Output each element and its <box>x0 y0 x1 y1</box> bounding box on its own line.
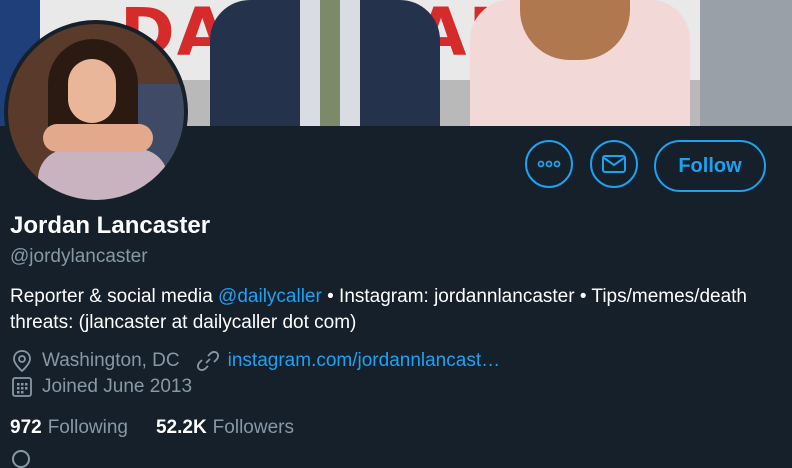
profile-name: Jordan Lancaster <box>10 212 211 239</box>
profile-meta-row: Washington, DC instagram.com/jordannlanc… <box>10 349 500 373</box>
avatar-face <box>68 59 116 123</box>
more-options-button[interactable] <box>525 140 573 188</box>
following-count: 972 <box>10 417 42 438</box>
location-icon <box>10 349 34 373</box>
profile-website-link[interactable]: instagram.com/jordannlancast… <box>228 350 500 372</box>
followers-stat[interactable]: 52.2K Followers <box>156 417 322 439</box>
banner-tie <box>320 0 340 126</box>
message-button[interactable] <box>590 140 638 188</box>
followers-label: Followers <box>212 417 294 438</box>
bio-mention-link[interactable]: @dailycaller <box>218 286 322 307</box>
profile-meta-row: Joined June 2013 <box>10 375 192 399</box>
avatar-arms <box>43 124 153 152</box>
link-icon <box>196 349 220 373</box>
profile-location: Washington, DC <box>42 350 180 371</box>
profile-handle: @jordylancaster <box>10 246 148 267</box>
more-icon <box>537 160 561 168</box>
profile-joined-date: Joined June 2013 <box>42 376 193 397</box>
banner-background <box>700 0 792 126</box>
avatar[interactable] <box>4 20 188 204</box>
website-container: instagram.com/jordannlancast… <box>196 349 500 373</box>
mail-icon <box>602 155 626 173</box>
calendar-icon <box>10 375 34 399</box>
avatar-dress <box>38 149 168 200</box>
partial-icon <box>12 450 30 468</box>
bio-text: Reporter & social media <box>10 286 219 307</box>
following-label: Following <box>47 417 128 438</box>
profile-stats: 972 Following 52.2K Followers <box>10 417 322 439</box>
follow-button[interactable]: Follow <box>654 140 766 192</box>
followers-count: 52.2K <box>155 417 207 438</box>
following-stat[interactable]: 972 Following <box>10 417 156 439</box>
profile-bio: Reporter & social media @dailycaller • I… <box>10 284 770 336</box>
